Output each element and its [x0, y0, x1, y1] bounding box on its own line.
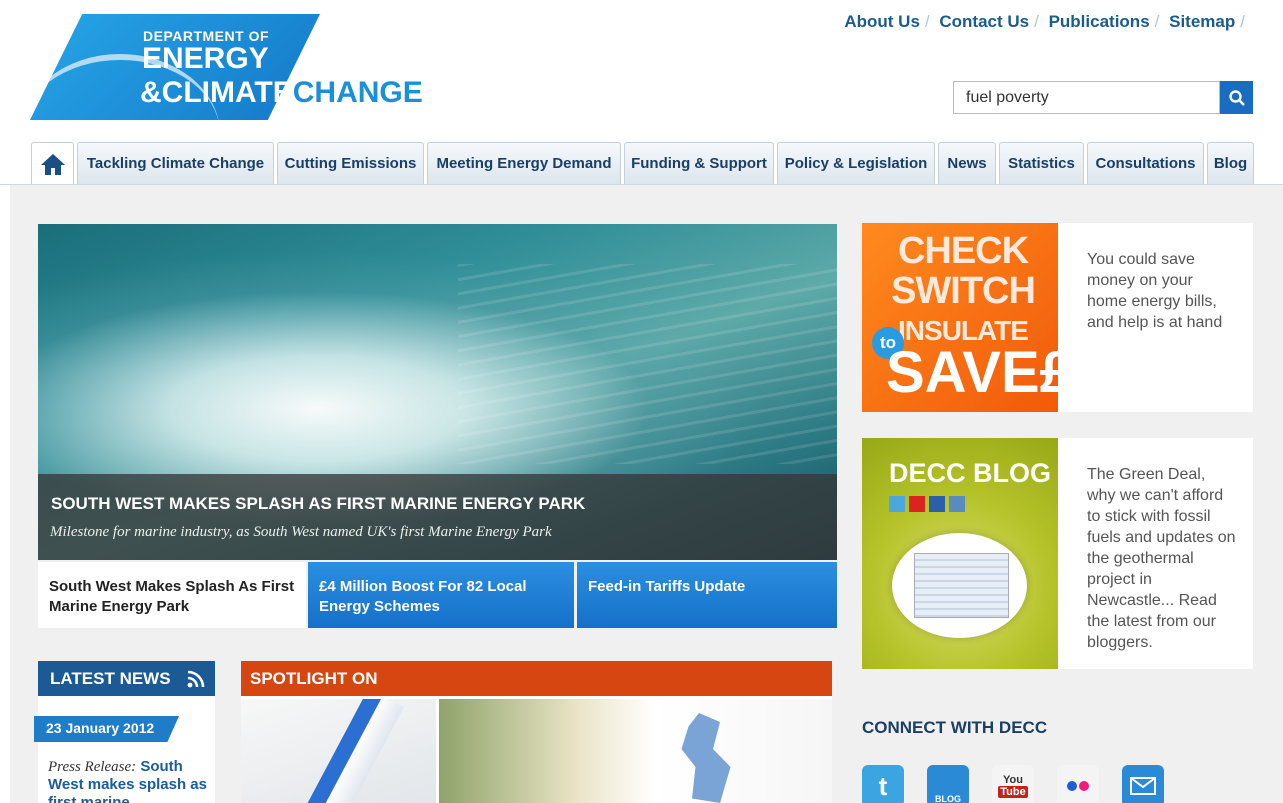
hero-subtitle: Milestone for marine industry, as South … [50, 524, 552, 540]
twitter-mini-icon [889, 496, 905, 512]
carousel-tab-2[interactable]: £4 Million Boost For 82 Local Energy Sch… [308, 562, 574, 628]
tab-home[interactable] [31, 142, 74, 184]
logo-change: CHANGE [292, 76, 423, 109]
scotland-map-shape [681, 713, 731, 803]
banner-check: CHECK [897, 230, 1029, 272]
search-button[interactable] [1220, 81, 1253, 114]
connect-heading: CONNECT WITH DECC [862, 718, 1048, 737]
logo-line-3: &CLIMATECHANGE [140, 76, 423, 110]
banner-switch: SWITCH [891, 270, 1036, 312]
flickr-dots [1067, 781, 1089, 791]
hero-carousel-image[interactable]: SOUTH WEST MAKES SPLASH AS FIRST MARINE … [38, 224, 837, 560]
energy-saving-promo[interactable]: CHECK SWITCH INSULATE to SAVE£ You could… [862, 223, 1253, 412]
latest-news-heading: LATEST NEWS [50, 669, 171, 688]
pen-shape [298, 699, 404, 803]
tab-news[interactable]: News [938, 142, 996, 184]
link-sitemap[interactable]: Sitemap [1169, 12, 1235, 31]
rss-icon[interactable] [187, 670, 205, 688]
youtube-icon[interactable]: You Tube [992, 765, 1034, 803]
check-switch-insulate-banner[interactable]: CHECK SWITCH INSULATE to SAVE£ [862, 223, 1072, 412]
blog-promo-text: The Green Deal, why we can't afford to s… [1087, 466, 1236, 651]
link-publications[interactable]: Publications [1049, 12, 1150, 31]
search-icon [1228, 89, 1245, 106]
speech-bubble-graphic [892, 533, 1027, 638]
youtube-tube: Tube [998, 786, 1028, 798]
hero-caption: SOUTH WEST MAKES SPLASH AS FIRST MARINE … [38, 474, 837, 560]
latest-news-panel: LATEST NEWS 23 January 2012 Press Releas… [34, 661, 215, 803]
hero-title[interactable]: SOUTH WEST MAKES SPLASH AS FIRST MARINE … [51, 494, 585, 514]
spotlight-image-map[interactable] [439, 699, 832, 803]
banner-save: SAVE£ [886, 340, 1072, 405]
link-contact-us[interactable]: Contact Us [939, 12, 1029, 31]
tab-cutting-emissions[interactable]: Cutting Emissions [277, 142, 424, 184]
promo-text: You could save money on your home energy… [1087, 251, 1223, 331]
spotlight-heading: SPOTLIGHT ON [241, 661, 832, 696]
tab-tackling-climate-change[interactable]: Tackling Climate Change [77, 142, 274, 184]
screenshot-graphic [914, 553, 1009, 618]
carousel-tabs: South West Makes Splash As First Marine … [38, 562, 837, 628]
search-bar: fuel poverty [953, 81, 1253, 114]
search-input[interactable]: fuel poverty [953, 81, 1220, 114]
banner-headline: CHECK SWITCH INSULATE [888, 231, 1038, 351]
home-icon [40, 153, 65, 175]
decc-blog-banner[interactable]: DECC BLOG [862, 438, 1058, 669]
latest-news-header: LATEST NEWS [38, 661, 215, 696]
separator: / [1034, 12, 1039, 31]
tab-funding-support[interactable]: Funding & Support [624, 142, 774, 184]
main-navigation: Tackling Climate Change Cutting Emission… [0, 142, 1283, 185]
tab-consultations[interactable]: Consultations [1087, 142, 1204, 184]
blog-icon[interactable]: BLOG [927, 765, 969, 803]
youtube-you: You [1003, 774, 1023, 786]
flickr-mini-icon [929, 496, 945, 512]
carousel-tab-3[interactable]: Feed-in Tariffs Update [577, 562, 837, 628]
decc-blog-promo[interactable]: DECC BLOG The Green Deal, why we can't a… [862, 438, 1253, 669]
spotlight-panel: SPOTLIGHT ON [241, 661, 832, 803]
decc-logo[interactable]: DEPARTMENT OF ENERGY &CLIMATECHANGE [20, 14, 425, 122]
news-item: Press Release: South West makes splash a… [48, 758, 208, 803]
tab-meeting-energy-demand[interactable]: Meeting Energy Demand [427, 142, 621, 184]
utility-links: About Us / Contact Us / Publications / Site… [844, 12, 1250, 32]
tab-policy-legislation[interactable]: Policy & Legislation [777, 142, 935, 184]
blog-banner-title: DECC BLOG [889, 458, 1051, 488]
email-icon[interactable] [1122, 765, 1164, 803]
link-about-us[interactable]: About Us [844, 12, 920, 31]
twitter-icon[interactable]: t [862, 765, 904, 803]
separator: / [1240, 12, 1245, 31]
spotlight-image-pen[interactable] [241, 699, 436, 803]
news-item-type: Press Release: [48, 759, 137, 775]
news-date-badge: 23 January 2012 [34, 716, 179, 742]
logo-climate: &CLIMATE [140, 76, 293, 109]
flickr-icon[interactable] [1057, 765, 1099, 803]
youtube-mini-icon [909, 496, 925, 512]
tab-statistics[interactable]: Statistics [999, 142, 1084, 184]
wave-texture [458, 264, 837, 464]
separator: / [924, 12, 930, 31]
logo-line-2: ENERGY [142, 42, 269, 75]
separator: / [1154, 12, 1160, 31]
carousel-tab-1[interactable]: South West Makes Splash As First Marine … [38, 562, 306, 628]
envelope-shape [1130, 777, 1156, 795]
tab-blog[interactable]: Blog [1207, 142, 1254, 184]
rss-mini-icon [949, 496, 965, 512]
